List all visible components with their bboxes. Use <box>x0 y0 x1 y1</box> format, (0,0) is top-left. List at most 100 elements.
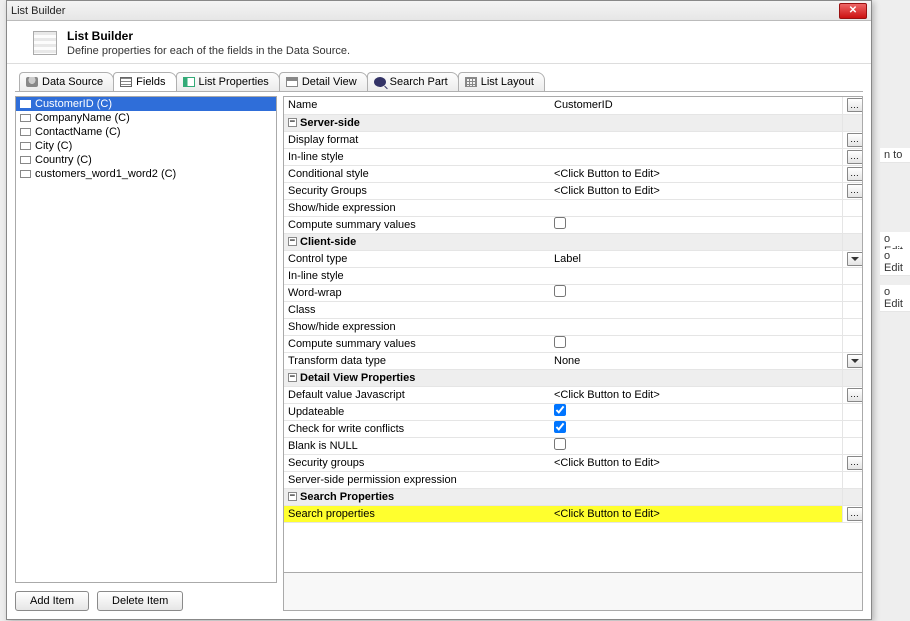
prop-row[interactable]: Show/hide expression <box>284 199 862 216</box>
prop-value: CustomerID <box>550 97 842 114</box>
collapse-icon[interactable]: − <box>288 237 297 246</box>
tab-label: Search Part <box>390 76 448 88</box>
prop-value: <Click Button to Edit> <box>550 454 842 471</box>
edit-button[interactable]: … <box>847 184 863 198</box>
database-icon <box>26 77 38 87</box>
collapse-icon[interactable]: − <box>288 373 297 382</box>
prop-label: Security Groups <box>284 182 550 199</box>
prop-row[interactable]: Default value Javascript<Click Button to… <box>284 386 862 403</box>
prop-label: Show/hide expression <box>284 199 550 216</box>
field-label: ContactName (C) <box>35 126 121 138</box>
edit-button[interactable]: … <box>847 167 863 181</box>
prop-label: Blank is NULL <box>284 437 550 454</box>
prop-row[interactable]: Display format… <box>284 131 862 148</box>
category-server-side[interactable]: −Server-side <box>284 114 862 131</box>
checkbox[interactable] <box>554 217 566 229</box>
field-item[interactable]: CompanyName (C) <box>16 111 276 125</box>
prop-value: <Click Button to Edit> <box>550 165 842 182</box>
collapse-icon[interactable]: − <box>288 118 297 127</box>
list-builder-dialog: List Builder ✕ List Builder Define prope… <box>6 0 872 620</box>
prop-label: Conditional style <box>284 165 550 182</box>
dropdown-button[interactable] <box>847 252 863 266</box>
prop-row[interactable]: Compute summary values <box>284 216 862 233</box>
checkbox[interactable] <box>554 421 566 433</box>
prop-label: Updateable <box>284 403 550 420</box>
checkbox[interactable] <box>554 438 566 450</box>
tab-detail-view[interactable]: Detail View <box>279 72 368 91</box>
prop-row[interactable]: Word-wrap <box>284 284 862 301</box>
category-detail-view[interactable]: −Detail View Properties <box>284 369 862 386</box>
category-client-side[interactable]: −Client-side <box>284 233 862 250</box>
add-item-button[interactable]: Add Item <box>15 591 89 611</box>
tab-label: List Properties <box>199 76 269 88</box>
tab-search-part[interactable]: Search Part <box>367 72 459 91</box>
tab-fields[interactable]: Fields <box>113 72 176 91</box>
list-builder-icon <box>33 31 57 55</box>
prop-value: <Click Button to Edit> <box>550 505 842 522</box>
prop-row[interactable]: Security Groups<Click Button to Edit>… <box>284 182 862 199</box>
prop-row[interactable]: Blank is NULL <box>284 437 862 454</box>
prop-row-search-properties[interactable]: Search properties<Click Button to Edit>… <box>284 505 862 522</box>
edit-button[interactable]: … <box>847 133 863 147</box>
search-icon <box>374 77 386 87</box>
edit-button[interactable]: … <box>847 456 863 470</box>
field-item[interactable]: Country (C) <box>16 153 276 167</box>
field-item[interactable]: ContactName (C) <box>16 125 276 139</box>
tab-data-source[interactable]: Data Source <box>19 72 114 91</box>
header-title: List Builder <box>67 29 350 43</box>
prop-row[interactable]: Check for write conflicts <box>284 420 862 437</box>
prop-row[interactable]: Security groups<Click Button to Edit>… <box>284 454 862 471</box>
list-properties-icon <box>183 77 195 87</box>
prop-label: Transform data type <box>284 352 550 369</box>
edit-button[interactable]: … <box>847 388 863 402</box>
tab-label: Detail View <box>302 76 357 88</box>
prop-row[interactable]: Control typeLabel <box>284 250 862 267</box>
titlebar: List Builder ✕ <box>7 1 871 21</box>
field-item[interactable]: CustomerID (C) <box>16 97 276 111</box>
bg-text: o Edit <box>880 285 910 312</box>
prop-row[interactable]: In-line style… <box>284 148 862 165</box>
edit-button[interactable]: … <box>847 507 863 521</box>
field-item[interactable]: City (C) <box>16 139 276 153</box>
category-label: Server-side <box>300 117 360 129</box>
bg-text: o Edit <box>880 249 910 276</box>
field-item[interactable]: customers_word1_word2 (C) <box>16 167 276 181</box>
checkbox[interactable] <box>554 404 566 416</box>
collapse-icon[interactable]: − <box>288 492 297 501</box>
field-icon <box>20 100 31 108</box>
tab-list-layout[interactable]: List Layout <box>458 72 545 91</box>
header-subtitle: Define properties for each of the fields… <box>67 45 350 57</box>
prop-row[interactable]: Show/hide expression <box>284 318 862 335</box>
field-icon <box>20 114 31 122</box>
field-icon <box>20 128 31 136</box>
fields-list[interactable]: CustomerID (C) CompanyName (C) ContactNa… <box>15 96 277 583</box>
delete-item-button[interactable]: Delete Item <box>97 591 183 611</box>
field-icon <box>20 142 31 150</box>
prop-label: Name <box>284 97 550 114</box>
prop-row[interactable]: In-line style <box>284 267 862 284</box>
prop-row[interactable]: Transform data typeNone <box>284 352 862 369</box>
close-button[interactable]: ✕ <box>839 3 867 19</box>
prop-row[interactable]: Compute summary values <box>284 335 862 352</box>
prop-row-name[interactable]: NameCustomerID … <box>284 97 862 114</box>
category-search-properties[interactable]: −Search Properties <box>284 488 862 505</box>
header-block: List Builder Define properties for each … <box>7 21 871 64</box>
fields-icon <box>120 77 132 87</box>
tab-list-properties[interactable]: List Properties <box>176 72 280 91</box>
category-label: Detail View Properties <box>300 372 415 384</box>
prop-row[interactable]: Conditional style<Click Button to Edit> … <box>284 165 862 182</box>
checkbox[interactable] <box>554 336 566 348</box>
prop-row[interactable]: Updateable <box>284 403 862 420</box>
prop-label: Compute summary values <box>284 335 550 352</box>
prop-row[interactable]: Class <box>284 301 862 318</box>
prop-label: Check for write conflicts <box>284 420 550 437</box>
prop-value: Label <box>550 250 842 267</box>
prop-row[interactable]: Server-side permission expression <box>284 471 862 488</box>
field-label: CustomerID (C) <box>35 98 112 110</box>
checkbox[interactable] <box>554 285 566 297</box>
prop-label: Control type <box>284 250 550 267</box>
edit-button[interactable]: … <box>847 150 863 164</box>
edit-button[interactable]: … <box>847 98 863 112</box>
property-grid[interactable]: NameCustomerID… −Server-side Display for… <box>284 97 862 572</box>
dropdown-button[interactable] <box>847 354 863 368</box>
